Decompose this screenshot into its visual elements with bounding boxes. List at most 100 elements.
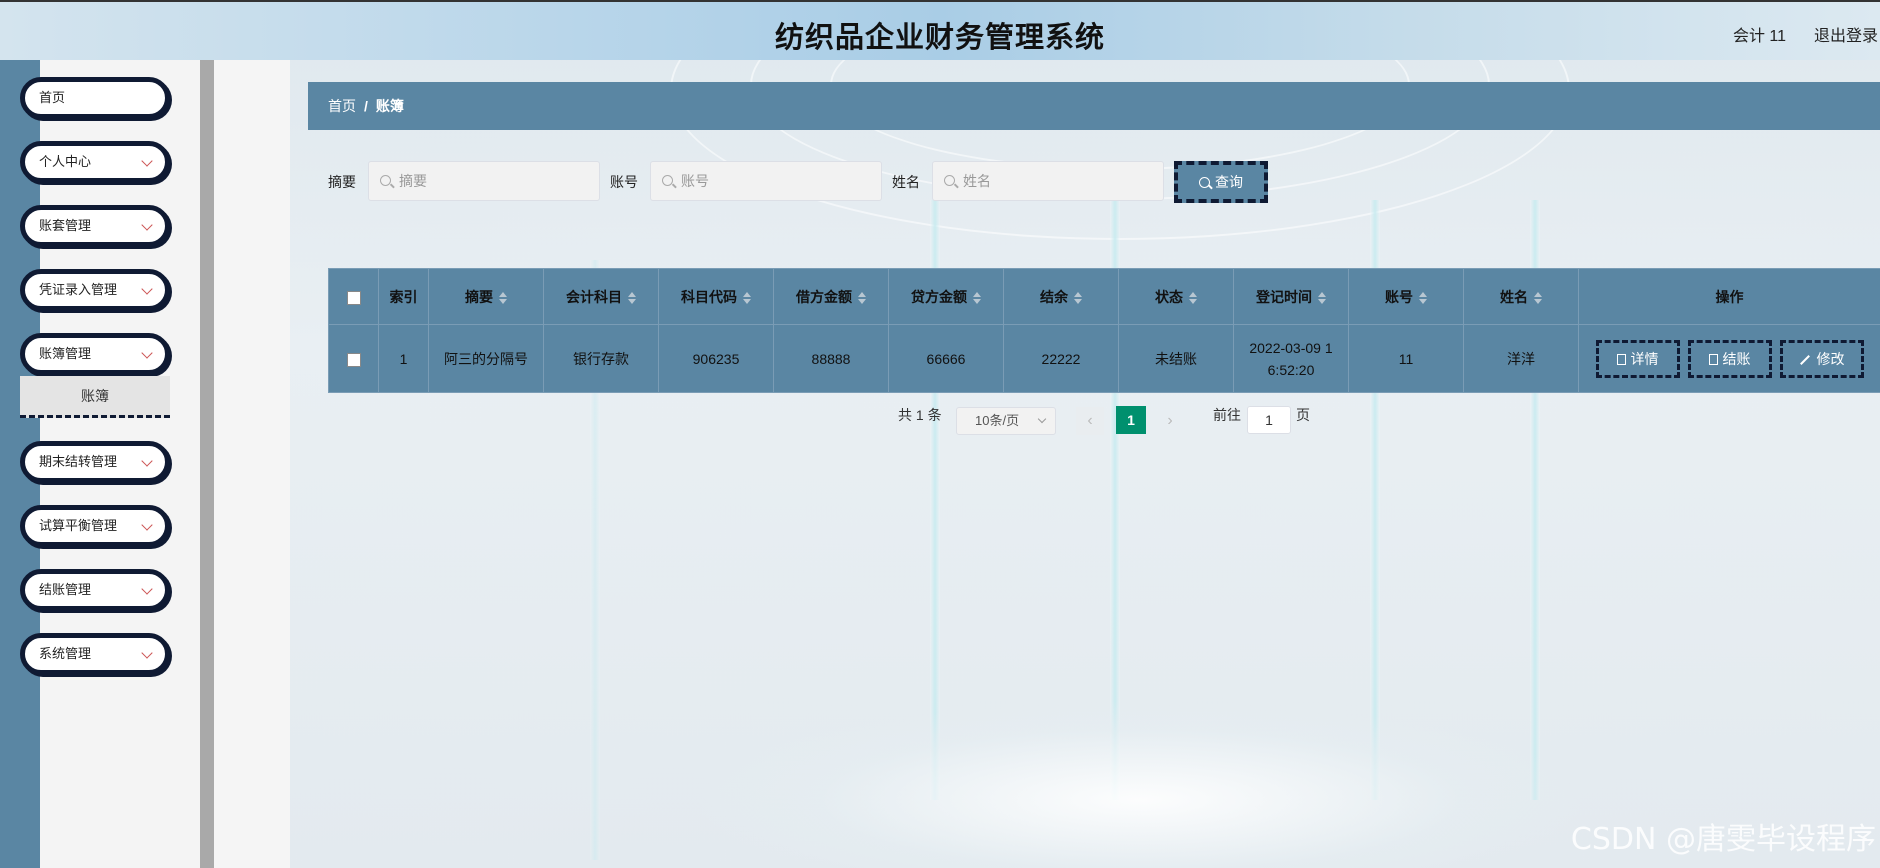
column-header-name[interactable]: 姓名 <box>1463 268 1579 325</box>
sidebar-scrollbar[interactable] <box>200 60 214 868</box>
table-row: 1 阿三的分隔号 银行存款 906235 88888 66666 22222 未… <box>328 324 1880 393</box>
sort-icon[interactable] <box>628 291 636 304</box>
summary-placeholder: 摘要 <box>399 173 427 189</box>
column-header-account[interactable]: 账号 <box>1348 268 1464 325</box>
cell-account: 11 <box>1348 324 1464 393</box>
column-header-code[interactable]: 科目代码 <box>658 268 774 325</box>
detail-button[interactable]: 详情 <box>1595 339 1680 378</box>
cell-time-line2: 6:52:20 <box>1267 361 1315 378</box>
column-header-time[interactable]: 登记时间 <box>1233 268 1349 325</box>
document-icon <box>1616 353 1626 365</box>
edit-icon <box>1799 354 1810 365</box>
column-header-summary[interactable]: 摘要 <box>428 268 544 325</box>
page-size-select[interactable]: 10条/页 <box>956 407 1056 435</box>
prev-page-button[interactable]: ‹ <box>1076 407 1104 435</box>
goto-label: 前往 <box>1213 407 1241 423</box>
sidebar-item-label: 凭证录入管理 <box>39 282 118 297</box>
chevron-down-icon <box>1037 414 1047 424</box>
row-select-cell <box>328 324 379 393</box>
sort-icon[interactable] <box>1318 291 1326 304</box>
cell-time: 2022-03-09 1 6:52:20 <box>1233 324 1349 393</box>
cell-summary: 阿三的分隔号 <box>428 324 544 393</box>
sidebar-item-system[interactable]: 系统管理 <box>20 633 170 675</box>
sidebar-item-label: 首页 <box>39 90 66 105</box>
table-header-row: 索引 摘要 会计科目 科目代码 借方金额 贷方金额 结余 状态 登记时间 账号 … <box>328 268 1880 325</box>
sort-icon[interactable] <box>1189 291 1197 304</box>
name-label: 姓名 <box>892 174 920 190</box>
search-icon <box>380 175 391 186</box>
breadcrumb-current: 账簿 <box>375 98 404 114</box>
sidebar-item-ledger-set[interactable]: 账套管理 <box>20 205 170 247</box>
sort-icon[interactable] <box>858 291 866 304</box>
account-search-input[interactable]: 账号 <box>650 161 882 201</box>
next-page-button[interactable]: › <box>1156 407 1184 435</box>
cell-actions: 详情 结账 修改 <box>1578 324 1880 393</box>
close-account-button[interactable]: 结账 <box>1687 339 1772 378</box>
sort-icon[interactable] <box>1074 291 1082 304</box>
sidebar-item-period-end[interactable]: 期末结转管理 <box>20 441 170 483</box>
top-header: 纺织品企业财务管理系统 会计 11 退出登录 <box>0 0 1880 60</box>
sidebar-item-closing[interactable]: 结账管理 <box>20 569 170 611</box>
select-all-cell <box>328 268 379 325</box>
chevron-down-icon <box>141 647 153 659</box>
goto-page-input[interactable]: 1 <box>1247 406 1291 434</box>
cell-subject: 银行存款 <box>543 324 659 393</box>
breadcrumb: 首页 / 账簿 <box>308 82 1880 130</box>
page-size-value: 10条/页 <box>975 413 1020 428</box>
sidebar-subitem-ledger[interactable]: 账簿 <box>20 376 170 418</box>
breadcrumb-home[interactable]: 首页 <box>328 98 356 114</box>
sort-icon[interactable] <box>743 291 751 304</box>
chevron-down-icon <box>141 519 153 531</box>
sidebar-item-home[interactable]: 首页 <box>20 77 170 119</box>
cell-name: 洋洋 <box>1463 324 1579 393</box>
cell-credit: 66666 <box>888 324 1004 393</box>
cell-time-line1: 2022-03-09 1 <box>1249 339 1333 356</box>
summary-label: 摘要 <box>328 174 356 190</box>
search-icon <box>1199 177 1210 188</box>
sort-icon[interactable] <box>1419 291 1427 304</box>
cell-debit: 88888 <box>773 324 889 393</box>
edit-button[interactable]: 修改 <box>1779 339 1864 378</box>
sort-icon[interactable] <box>1534 291 1542 304</box>
row-checkbox[interactable] <box>346 352 361 367</box>
column-header-debit[interactable]: 借方金额 <box>773 268 889 325</box>
column-header-status[interactable]: 状态 <box>1118 268 1234 325</box>
chevron-down-icon <box>141 347 153 359</box>
column-header-actions: 操作 <box>1578 268 1880 325</box>
sidebar-item-label: 个人中心 <box>39 154 92 169</box>
watermark: CSDN @唐雯毕设程序 <box>1570 822 1876 857</box>
sort-icon[interactable] <box>499 291 507 304</box>
column-header-balance[interactable]: 结余 <box>1003 268 1119 325</box>
sidebar-item-label: 结账管理 <box>39 582 92 597</box>
chevron-down-icon <box>141 283 153 295</box>
query-button[interactable]: 查询 <box>1174 161 1268 203</box>
sort-icon[interactable] <box>973 291 981 304</box>
chevron-down-icon <box>141 155 153 167</box>
current-user: 会计 11 <box>1732 28 1786 45</box>
logout-link[interactable]: 退出登录 <box>1814 22 1878 46</box>
chevron-down-icon <box>141 455 153 467</box>
page-unit-label: 页 <box>1296 407 1310 423</box>
app-title: 纺织品企业财务管理系统 <box>774 22 1105 54</box>
chevron-down-icon <box>141 583 153 595</box>
column-header-credit[interactable]: 贷方金额 <box>888 268 1004 325</box>
sidebar-item-ledger-book[interactable]: 账簿管理 <box>20 333 170 375</box>
column-header-subject[interactable]: 会计科目 <box>543 268 659 325</box>
name-search-input[interactable]: 姓名 <box>932 161 1164 201</box>
document-icon <box>1708 353 1718 365</box>
sidebar-item-label: 系统管理 <box>39 646 92 661</box>
chevron-down-icon <box>141 219 153 231</box>
sidebar-item-label: 账簿管理 <box>39 346 92 361</box>
search-icon <box>662 175 673 186</box>
name-placeholder: 姓名 <box>963 173 991 189</box>
query-button-label: 查询 <box>1215 174 1243 190</box>
sidebar-item-trial-balance[interactable]: 试算平衡管理 <box>20 505 170 547</box>
summary-search-input[interactable]: 摘要 <box>368 161 600 201</box>
select-all-checkbox[interactable] <box>346 290 361 305</box>
sidebar-item-personal-center[interactable]: 个人中心 <box>20 141 170 183</box>
pagination-total: 共 1 条 <box>898 407 942 423</box>
cell-index: 1 <box>378 324 429 393</box>
page-number-current[interactable]: 1 <box>1116 406 1146 434</box>
breadcrumb-separator: / <box>364 98 368 114</box>
sidebar-item-voucher-entry[interactable]: 凭证录入管理 <box>20 269 170 311</box>
